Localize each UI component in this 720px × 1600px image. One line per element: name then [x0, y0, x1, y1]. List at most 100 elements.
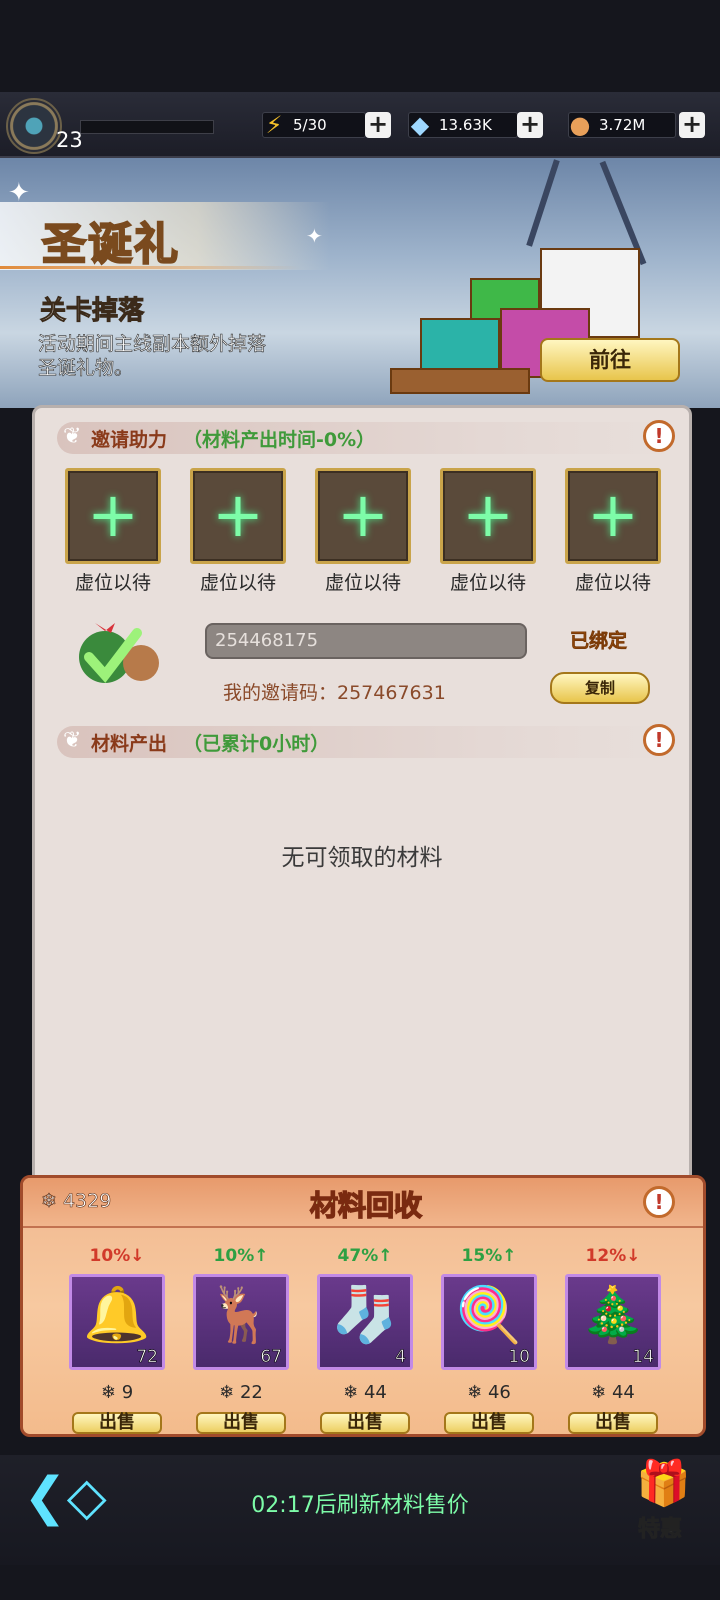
sparkle-icon: ✦ — [306, 224, 323, 248]
crystal-value: 13.63K — [439, 116, 492, 134]
sell-price-value: 44 — [363, 1382, 387, 1403]
slot-label: 虚位以待 — [449, 572, 526, 594]
snowflake-icon: ❄ — [467, 1382, 483, 1403]
special-offer-label: 特惠 — [637, 1517, 683, 1543]
price-change: 10%↓ — [89, 1246, 145, 1266]
bound-avatar-icon — [75, 613, 171, 693]
sell-button[interactable]: 出售 — [320, 1412, 410, 1434]
add-coin-button[interactable]: + — [679, 112, 705, 138]
material-item-bell[interactable]: 🔔 72 — [69, 1274, 165, 1370]
price-change: 47%↑ — [337, 1246, 393, 1266]
top-bar: 23 ⚡ 5/30 + ◆ 13.63K + ● 3.72M + — [0, 92, 720, 158]
sell-button[interactable]: 出售 — [72, 1412, 162, 1434]
price-change: 12%↓ — [585, 1246, 641, 1266]
sell-price: ❄ 22 — [193, 1382, 289, 1403]
sell-price-value: 44 — [611, 1382, 635, 1403]
output-header-note: （已累计0小时） — [183, 733, 330, 755]
bound-code-field[interactable]: 254468175 — [205, 623, 527, 659]
slot-label: 虚位以待 — [574, 572, 651, 594]
slot-label: 虚位以待 — [74, 572, 151, 594]
fleur-icon: ❦ — [63, 424, 82, 449]
sell-price: ❄ 44 — [317, 1382, 413, 1403]
crystal-icon: ◆ — [410, 111, 430, 139]
item-quantity: 72 — [136, 1347, 158, 1368]
fleur-icon: ❦ — [63, 728, 82, 753]
invite-slot[interactable]: + — [315, 468, 411, 564]
coin-counter: ● 3.72M + — [568, 111, 705, 139]
stocking-icon: 🧦 — [331, 1283, 399, 1346]
goto-button[interactable]: 前往 — [540, 338, 680, 382]
sell-price: ❄ 44 — [565, 1382, 661, 1403]
invite-header-note: （材料产出时间-0%） — [183, 429, 376, 451]
energy-value: 5/30 — [293, 116, 327, 134]
invite-section-header: ❦ 邀请助力 （材料产出时间-0%） ! — [57, 420, 675, 454]
invite-slot[interactable]: + — [440, 468, 536, 564]
sell-button[interactable]: 出售 — [196, 1412, 286, 1434]
invite-slot[interactable]: + — [565, 468, 661, 564]
plus-icon: + — [337, 478, 389, 551]
sell-price: ❄ 9 — [69, 1382, 165, 1403]
invite-slot[interactable]: + — [190, 468, 286, 564]
snowflake-icon: ❄ — [219, 1382, 235, 1403]
plus-icon: + — [587, 478, 639, 551]
item-quantity: 14 — [632, 1347, 654, 1368]
recycle-info-button[interactable]: ! — [643, 1186, 675, 1218]
bell-icon: 🔔 — [83, 1283, 151, 1346]
snowflake-icon: ❄ — [343, 1382, 359, 1403]
plus-icon: + — [212, 478, 264, 551]
recycle-panel: ❄ 4329 材料回收 ! 10%↓ 10%↑ 47%↑ 15%↑ 12%↓ 🔔… — [20, 1175, 706, 1437]
coin-icon: ● — [569, 111, 591, 139]
bottom-bar: ❮◇ 02:17后刷新材料售价 🎁 特惠 — [0, 1455, 720, 1565]
item-quantity: 67 — [260, 1347, 282, 1368]
my-invite-code: 我的邀请码：257467631 — [223, 682, 446, 704]
material-item-candy-cane[interactable]: 🍭 10 — [441, 1274, 537, 1370]
special-offer-button[interactable]: 🎁 特惠 — [624, 1457, 704, 1543]
plus-icon: + — [462, 478, 514, 551]
crystal-counter: ◆ 13.63K + — [408, 111, 543, 139]
empty-materials-text: 无可领取的材料 — [281, 845, 443, 871]
event-description: 活动期间主线副本额外掉落圣诞礼物。 — [38, 333, 267, 380]
add-energy-button[interactable]: + — [365, 112, 391, 138]
reindeer-icon: 🦌 — [207, 1283, 275, 1346]
material-item-reindeer[interactable]: 🦌 67 — [193, 1274, 289, 1370]
invite-info-button[interactable]: ! — [643, 420, 675, 452]
snowflake-icon: ❄ — [100, 1382, 116, 1403]
plus-icon: + — [87, 478, 139, 551]
event-banner: ✦ ✦ 圣诞礼 关卡掉落 活动期间主线副本额外掉落圣诞礼物。 前往 — [0, 158, 720, 408]
copy-button[interactable]: 复制 — [550, 672, 650, 704]
refresh-timer: 02:17后刷新材料售价 — [251, 1493, 469, 1518]
sell-button[interactable]: 出售 — [444, 1412, 534, 1434]
player-level: 23 — [56, 128, 83, 152]
main-panel: ❦ 邀请助力 （材料产出时间-0%） ! + + + + + 虚位以待 虚位以待… — [32, 405, 692, 1185]
snowflake-icon: ❄ — [591, 1382, 607, 1403]
wreath-icon: 🎄 — [579, 1283, 647, 1346]
invite-slot[interactable]: + — [65, 468, 161, 564]
output-info-button[interactable]: ! — [643, 724, 675, 756]
coin-value: 3.72M — [599, 116, 646, 134]
output-section-header: ❦ 材料产出 （已累计0小时） ! — [57, 724, 675, 758]
sell-price-value: 22 — [239, 1382, 263, 1403]
event-subtitle: 关卡掉落 — [39, 296, 145, 327]
sell-button[interactable]: 出售 — [568, 1412, 658, 1434]
sell-price: ❄ 46 — [441, 1382, 537, 1403]
sell-price-value: 46 — [487, 1382, 511, 1403]
tree-branch — [526, 159, 560, 247]
price-change: 15%↑ — [461, 1246, 517, 1266]
event-title: 圣诞礼 — [41, 218, 180, 271]
sell-price-value: 9 — [121, 1382, 134, 1403]
invite-header-label: 邀请助力 — [91, 429, 168, 451]
bound-status-label: 已绑定 — [570, 630, 628, 653]
sleigh — [390, 368, 530, 394]
xp-bar — [80, 120, 214, 134]
price-change: 10%↑ — [213, 1246, 269, 1266]
material-item-wreath[interactable]: 🎄 14 — [565, 1274, 661, 1370]
player-emblem-icon[interactable] — [6, 98, 62, 154]
slot-label: 虚位以待 — [324, 572, 401, 594]
add-crystal-button[interactable]: + — [517, 112, 543, 138]
gift-icon: 🎁 — [636, 1458, 691, 1509]
energy-counter: ⚡ 5/30 + — [262, 111, 391, 139]
item-quantity: 10 — [508, 1347, 530, 1368]
recycle-title: 材料回收 — [309, 1188, 423, 1223]
lightning-icon: ⚡ — [265, 111, 283, 139]
material-item-stocking[interactable]: 🧦 4 — [317, 1274, 413, 1370]
